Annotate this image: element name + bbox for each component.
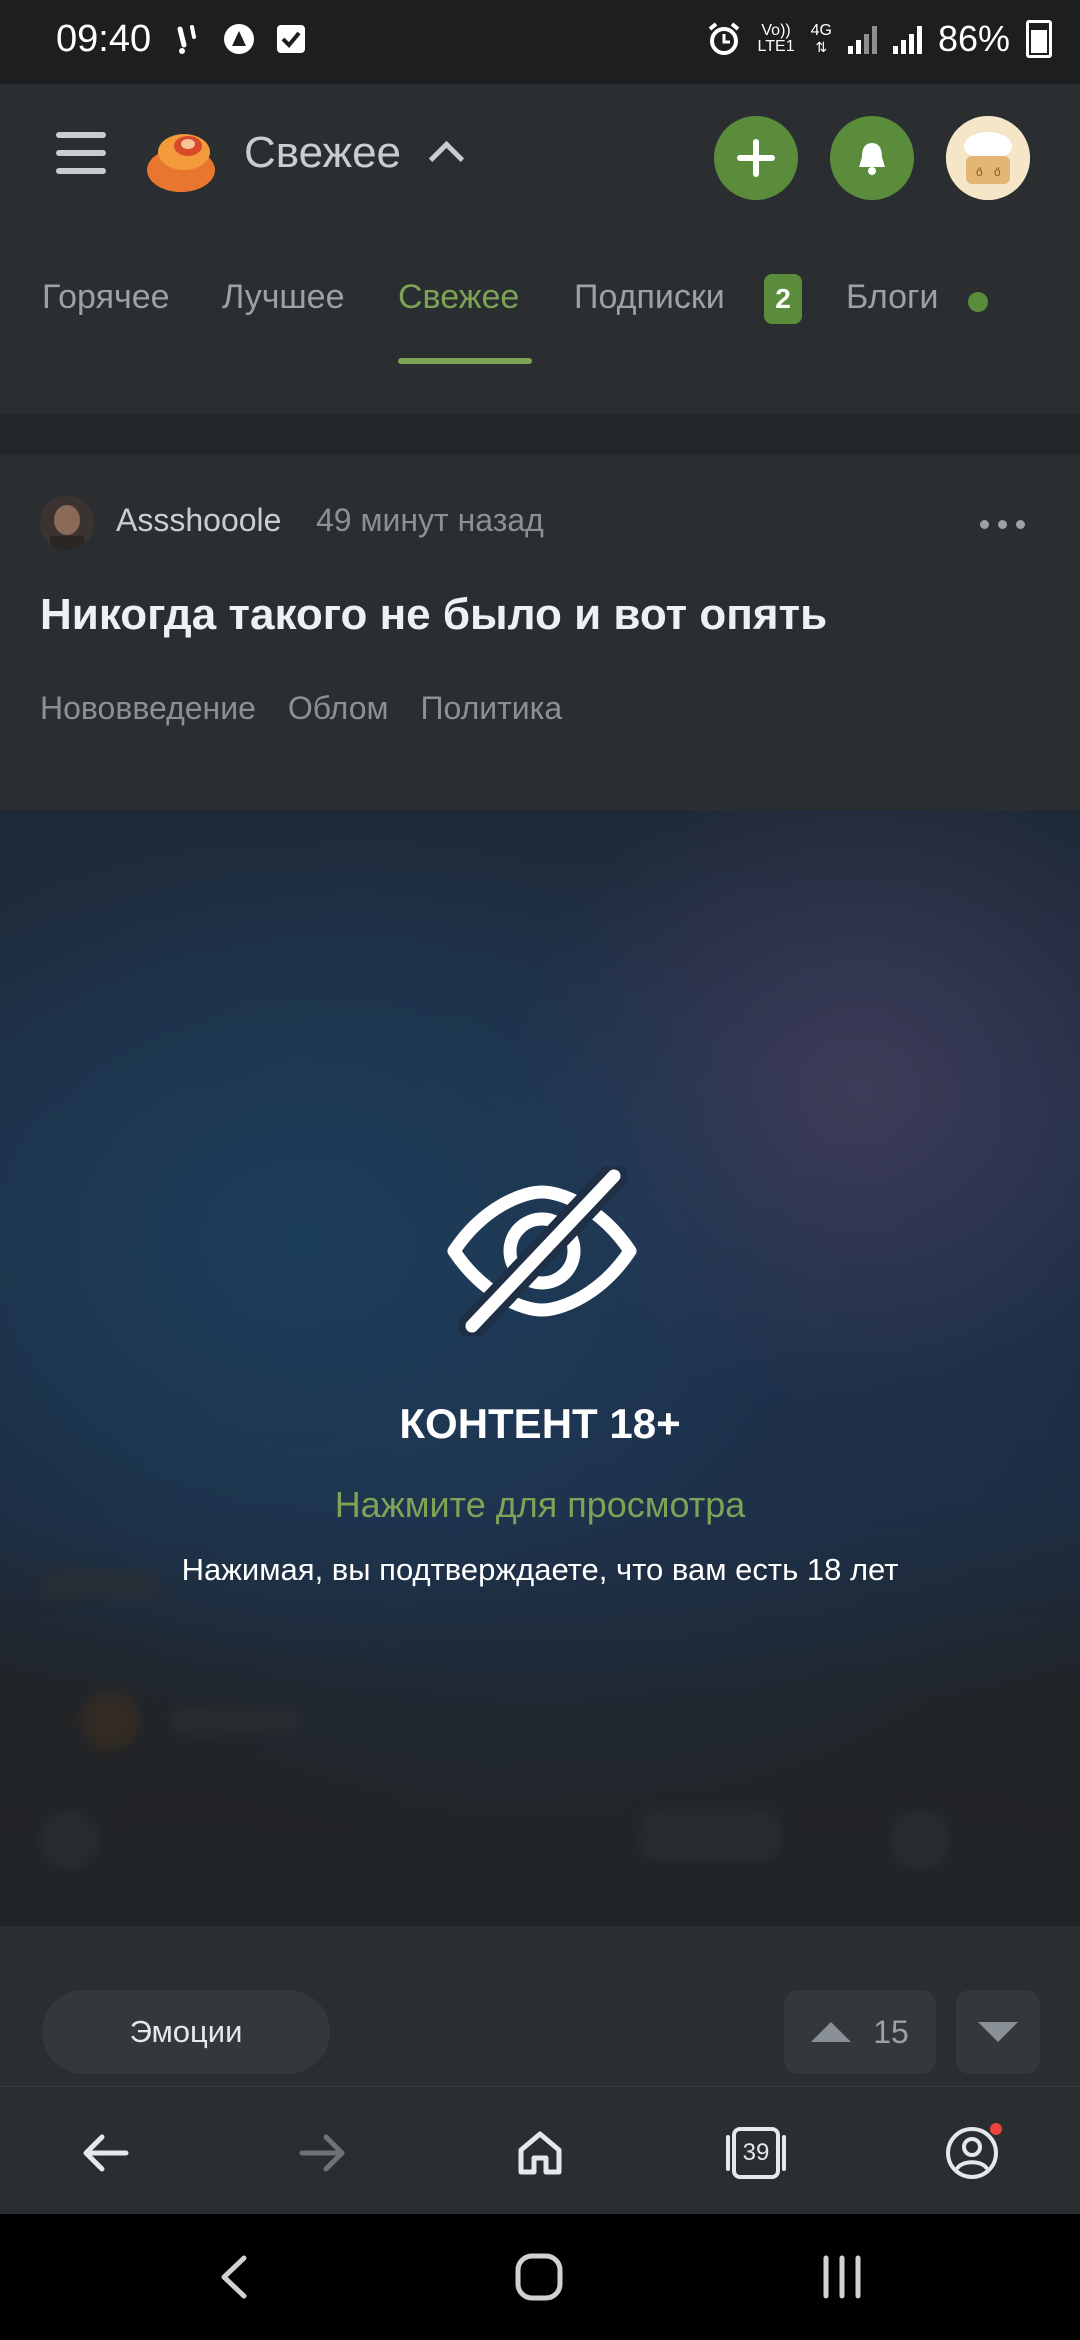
nsfw-title: КОНТЕНТ 18+: [399, 1400, 681, 1447]
plus-icon: [737, 139, 775, 177]
status-time: 09:40: [56, 18, 152, 60]
bell-icon: [859, 143, 885, 175]
post-time: 49 минут назад: [316, 502, 544, 538]
tab-fresh[interactable]: Свежее: [398, 278, 519, 317]
subscriptions-badge: 2: [764, 274, 802, 324]
svg-text:ő: ő: [994, 165, 1001, 179]
emotions-button[interactable]: Эмоции: [42, 1990, 330, 2074]
author-name[interactable]: Assshooole: [116, 502, 281, 539]
alarm-icon: [708, 22, 739, 55]
wifi-call-icon: [170, 22, 204, 56]
system-navigation-bar: [0, 2214, 1080, 2340]
nsfw-content-overlay[interactable]: КОНТЕНТ 18+ Нажмите для просмотра Нажима…: [0, 810, 1080, 1926]
tab-best[interactable]: Лучшее: [222, 278, 345, 317]
notifications-button[interactable]: [830, 116, 914, 200]
feed-tabs: Горячее Лучшее Свежее Подписки 2 Блоги: [0, 232, 1080, 366]
volte-label: Vo)): [761, 22, 791, 39]
vpn-icon: [222, 22, 256, 56]
signal-icon-2: [892, 24, 922, 54]
tag[interactable]: Политика: [421, 690, 563, 727]
forward-button[interactable]: [290, 2121, 354, 2185]
app-header: Свежее őő: [0, 84, 1080, 233]
battery-percent: 86%: [937, 18, 1010, 59]
arrow-right-icon: [299, 2134, 345, 2172]
post-tags: Нововведение Облом Политика: [40, 690, 562, 727]
back-button[interactable]: [74, 2121, 138, 2185]
add-post-button[interactable]: [714, 116, 798, 200]
tag[interactable]: Облом: [288, 690, 389, 727]
tabs-count: 39: [742, 2139, 770, 2166]
age-confirmation-note: Нажимая, вы подтверждаете, что вам есть …: [181, 1552, 899, 1587]
post-actions: Эмоции 15: [0, 1926, 1080, 2086]
browser-toolbar: 39: [0, 2086, 1080, 2215]
view-content-link[interactable]: Нажмите для просмотра: [0, 1484, 1080, 1526]
chevron-up-icon[interactable]: [428, 140, 465, 177]
signal-icon: [847, 24, 877, 54]
feed-title[interactable]: Свежее: [244, 128, 401, 178]
notification-dot: [990, 2123, 1002, 2135]
status-bar: 09:40 Vo)) LTE1 4G ⇅ 86%: [0, 0, 1080, 84]
data-arrows-icon: ⇅: [815, 39, 828, 55]
tabs-button[interactable]: 39: [724, 2121, 788, 2185]
tag[interactable]: Нововведение: [40, 690, 256, 727]
logo-icon[interactable]: [144, 122, 218, 196]
tab-blogs[interactable]: Блоги: [846, 278, 938, 317]
checkbox-icon: [274, 22, 308, 56]
blogs-status-dot: [968, 292, 988, 312]
active-tab-indicator: [398, 358, 532, 364]
arrow-down-icon: [978, 2022, 1018, 2042]
more-options-icon[interactable]: [980, 520, 1025, 529]
author-avatar[interactable]: [40, 496, 94, 550]
lte-label: LTE1: [757, 38, 795, 55]
arrow-up-icon: [811, 2022, 852, 2042]
tab-subscriptions[interactable]: Подписки: [574, 278, 725, 317]
home-icon: [518, 2131, 562, 2175]
menu-icon[interactable]: [56, 132, 106, 180]
svg-text:ő: ő: [976, 165, 983, 179]
user-avatar[interactable]: őő: [946, 116, 1030, 200]
system-back-icon[interactable]: [218, 2254, 248, 2300]
downvote-button[interactable]: [956, 1990, 1040, 2074]
battery-icon: [1026, 20, 1052, 58]
post-card: Assshooole 49 минут назад Никогда такого…: [0, 454, 1080, 810]
arrow-left-icon: [83, 2134, 129, 2172]
previous-post-remnant: [0, 366, 1080, 414]
home-button[interactable]: [508, 2121, 572, 2185]
feed-divider: [0, 414, 1080, 454]
network-type-label: 4G: [810, 22, 832, 39]
system-home-icon[interactable]: [514, 2252, 564, 2302]
account-button[interactable]: [940, 2121, 1004, 2185]
post-title[interactable]: Никогда такого не было и вот опять: [40, 590, 827, 640]
upvote-button[interactable]: 15: [784, 1990, 936, 2074]
eye-slash-icon: [447, 1166, 637, 1336]
rating-count: 15: [873, 2013, 909, 2050]
system-recents-icon[interactable]: [820, 2254, 864, 2300]
tab-hot[interactable]: Горячее: [42, 278, 170, 317]
